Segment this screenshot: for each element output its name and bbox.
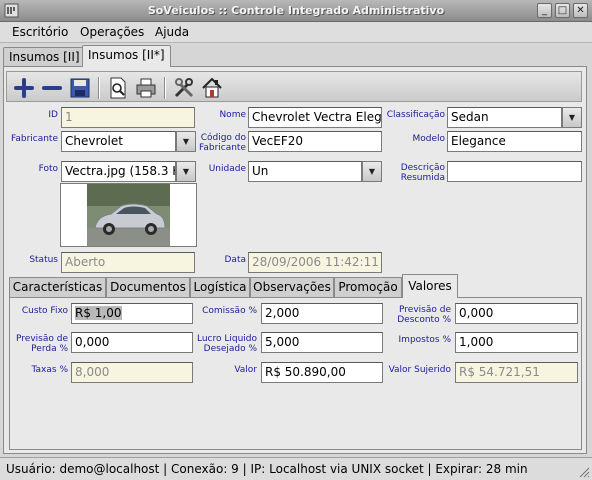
tab-insumos-ii-star[interactable]: Insumos [II*]	[82, 45, 171, 67]
foto-combo[interactable]: Vectra.jpg (158.3 KB)	[61, 161, 176, 182]
impostos-field[interactable]: 1,000	[455, 332, 578, 353]
tab-logistica[interactable]: Logística	[190, 277, 250, 297]
window-title: SoVeiculos :: Controle Integrado Adminis…	[147, 4, 445, 17]
custo-fixo-value: R$ 1,00	[75, 306, 122, 320]
modelo-field[interactable]: Elegance	[447, 131, 582, 152]
custo-fixo-field[interactable]: R$ 1,00	[71, 303, 193, 324]
fabricante-label: Fabricante	[10, 134, 58, 144]
valor-label: Valor	[234, 365, 257, 375]
chevron-down-icon[interactable]: ▼	[176, 131, 196, 152]
save-icon[interactable]	[68, 76, 92, 100]
maximize-icon[interactable]: □	[555, 3, 570, 18]
lucro-liquido-field[interactable]: 5,000	[261, 332, 383, 353]
data-field[interactable]: 28/09/2006 11:42:11	[248, 252, 382, 273]
preview-icon[interactable]	[106, 76, 130, 100]
tab-documentos[interactable]: Documentos	[106, 277, 190, 297]
tab-observacoes[interactable]: Observações	[250, 277, 334, 297]
id-field[interactable]: 1	[61, 107, 195, 128]
chevron-down-icon[interactable]: ▼	[176, 161, 196, 182]
unidade-combo[interactable]: Un	[248, 161, 362, 182]
menu-operacoes[interactable]: Operações	[80, 25, 144, 39]
modelo-label: Modelo	[412, 134, 445, 144]
menu-bar: Escritório Operações Ajuda	[0, 22, 592, 43]
codigo-fabricante-field[interactable]: VecEF20	[248, 131, 382, 152]
comissao-field[interactable]: 2,000	[261, 303, 383, 324]
previsao-desconto-label: Previsão de Desconto %	[397, 305, 451, 325]
nome-field[interactable]: Chevrolet Vectra Elegance	[248, 107, 382, 128]
previsao-desconto-field[interactable]: 0,000	[455, 303, 578, 324]
status-bar: Usuário: demo@localhost | Conexão: 9 | I…	[0, 457, 592, 480]
valor-sujerido-label: Valor Sujerido	[388, 365, 451, 375]
tab-insumos-ii[interactable]: Insumos [II]	[3, 47, 86, 67]
comissao-label: Comissão %	[202, 306, 257, 316]
valor-sujerido-field[interactable]: R$ 54.721,51	[455, 362, 578, 383]
custo-fixo-label: Custo Fixo	[21, 306, 68, 316]
print-icon[interactable]	[134, 76, 158, 100]
classificacao-label: Classificação	[386, 110, 445, 120]
valor-field[interactable]: R$ 50.890,00	[261, 362, 383, 383]
chevron-down-icon[interactable]: ▼	[562, 107, 582, 128]
status-label: Status	[29, 255, 58, 265]
status-field[interactable]: Aberto	[61, 252, 195, 273]
tab-caracteristicas[interactable]: Características	[9, 277, 106, 297]
chevron-down-icon[interactable]: ▼	[362, 161, 382, 182]
lucro-liquido-label: Lucro Liquido Desejado %	[196, 334, 257, 354]
home-icon[interactable]	[200, 76, 224, 100]
descricao-resumida-label: Descrição Resumida	[400, 163, 445, 183]
toolbar	[6, 71, 582, 102]
menu-ajuda[interactable]: Ajuda	[155, 25, 189, 39]
unidade-label: Unidade	[208, 164, 246, 174]
descricao-resumida-field[interactable]	[447, 161, 582, 182]
nome-label: Nome	[219, 110, 246, 120]
taxas-field[interactable]: 8,000	[71, 362, 193, 383]
codigo-fabricante-label: Código do Fabricante	[198, 133, 246, 153]
id-label: ID	[48, 110, 58, 120]
add-icon[interactable]	[12, 76, 36, 100]
tab-promocao[interactable]: Promoção	[334, 277, 402, 297]
tools-icon[interactable]	[172, 76, 196, 100]
car-photo	[60, 183, 197, 247]
menu-escritorio[interactable]: Escritório	[12, 25, 68, 39]
resize-grip-icon[interactable]	[578, 466, 590, 478]
close-icon[interactable]: ✕	[573, 3, 588, 18]
classificacao-combo[interactable]: Sedan	[447, 107, 562, 128]
previsao-perda-field[interactable]: 0,000	[71, 332, 193, 353]
taxas-label: Taxas %	[31, 365, 68, 375]
status-text: Usuário: demo@localhost | Conexão: 9 | I…	[6, 462, 528, 476]
foto-label: Foto	[38, 164, 58, 174]
data-label: Data	[224, 255, 247, 265]
minimize-icon[interactable]: _	[537, 3, 552, 18]
title-bar[interactable]: SoVeiculos :: Controle Integrado Adminis…	[0, 0, 592, 22]
remove-icon[interactable]	[40, 76, 64, 100]
previsao-perda-label: Previsão de Perda %	[16, 334, 68, 354]
impostos-label: Impostos %	[398, 335, 451, 345]
fabricante-combo[interactable]: Chevrolet	[61, 131, 176, 152]
tab-valores[interactable]: Valores	[402, 274, 458, 298]
